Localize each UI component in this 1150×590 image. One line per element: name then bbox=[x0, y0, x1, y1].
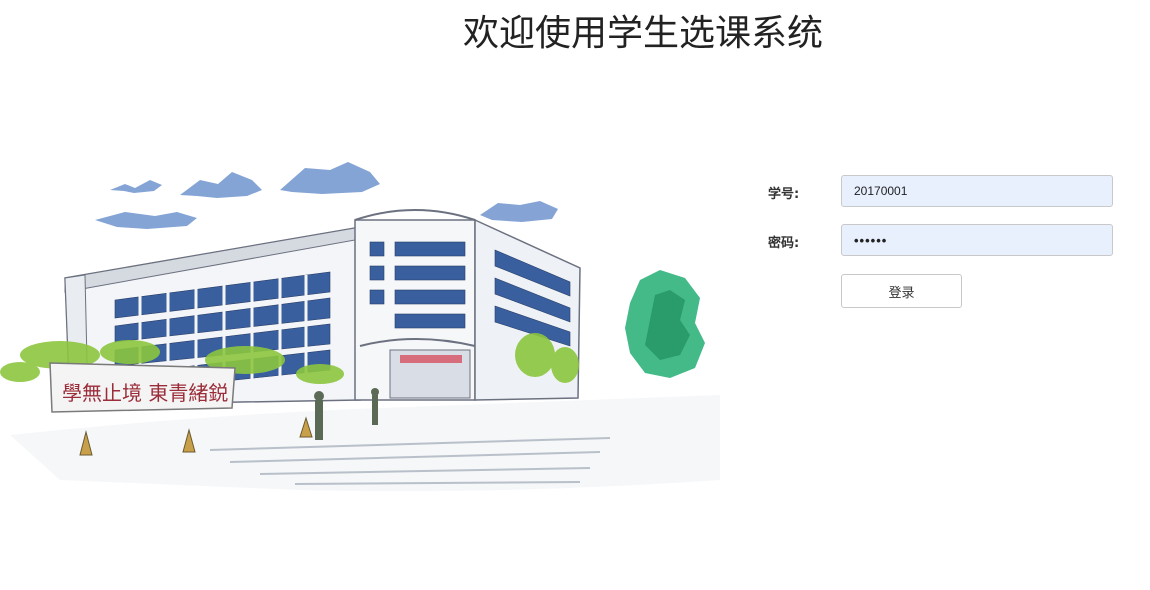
tree-icon bbox=[625, 270, 705, 378]
campus-sign-text: 學無止境 東青緒鋭 bbox=[62, 381, 228, 405]
student-id-label: 学号: bbox=[768, 187, 800, 202]
password-row: 密码: bbox=[760, 224, 1120, 258]
login-button[interactable]: 登录 bbox=[841, 274, 962, 308]
student-id-row: 学号: bbox=[760, 175, 1120, 209]
login-page: 欢迎使用学生选课系统 學無止境 東青緒鋭 学号: 20170001 密码: 登录 bbox=[0, 0, 1150, 590]
student-id-input[interactable] bbox=[841, 175, 1113, 207]
campus-sign-wall: 學無止境 東青緒鋭 bbox=[49, 362, 236, 413]
password-label: 密码: bbox=[768, 236, 800, 251]
page-title: 欢迎使用学生选课系统 bbox=[462, 13, 823, 54]
cloud-icon bbox=[95, 162, 558, 229]
building-central-tower bbox=[354, 209, 476, 401]
password-input[interactable] bbox=[841, 224, 1113, 256]
campus-illustration: 學無止境 東青緒鋭 bbox=[0, 162, 720, 492]
